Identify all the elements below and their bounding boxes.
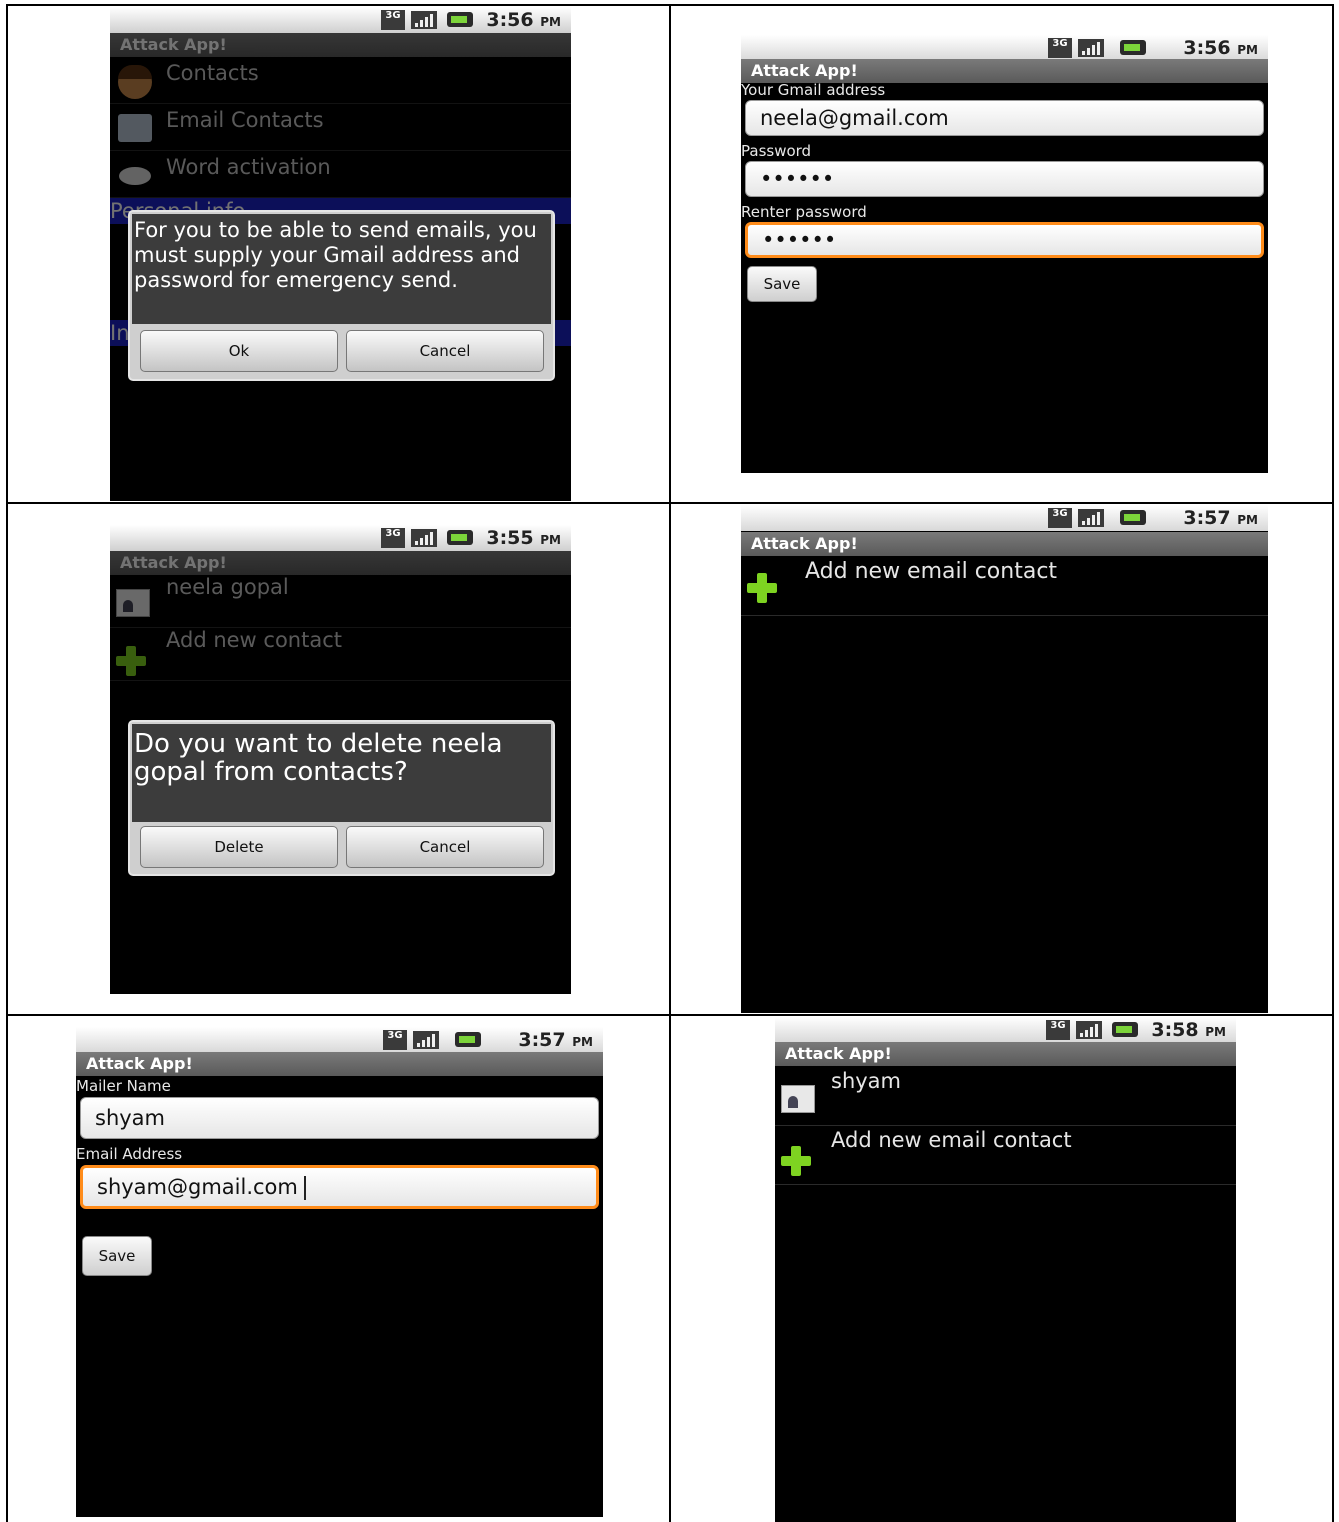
contact-icon [781,1085,815,1113]
email-address-value: shyam@gmail.com [97,1175,298,1199]
app-title-bar: Attack App! [110,33,571,57]
3g-icon: 3G [383,1030,407,1050]
ok-button[interactable]: Ok [140,330,338,372]
password-input[interactable]: •••••• [745,161,1264,197]
battery-icon [447,12,473,27]
app-title-bar: Attack App! [110,551,571,575]
dialog-message: Do you want to delete neela gopal from c… [132,724,551,822]
table-border-right [1332,4,1334,1522]
status-time: 3:58 PM [1151,1019,1226,1041]
status-bar: 3G 3:58 PM [775,1017,1236,1043]
cancel-button[interactable]: Cancel [346,330,544,372]
battery-icon [447,530,473,545]
add-email-contact-label: Add new email contact [805,559,1058,584]
menu-item-label: Email Contacts [166,108,324,132]
speech-bubble-icon [119,167,151,185]
dialog-gmail-required: For you to be able to send emails, you m… [128,210,555,381]
battery-icon [1120,510,1146,525]
screen-email-contacts: 3G 3:57 PM Attack App! Add new email con… [741,505,1268,1013]
dialog-message: For you to be able to send emails, you m… [132,214,551,324]
menu-item-contacts[interactable]: Contacts [110,57,571,104]
signal-icon [1078,509,1104,527]
signal-icon [413,1031,439,1049]
signal-icon [1078,39,1104,57]
signal-icon [411,529,437,547]
contact-name: neela gopal [166,575,289,599]
status-bar: 3G 3:57 PM [76,1027,603,1053]
3g-icon: 3G [381,528,405,548]
save-button[interactable]: Save [82,1236,152,1276]
email-contacts-icon [118,114,152,142]
dialog-delete-contact: Do you want to delete neela gopal from c… [128,720,555,876]
battery-icon [1120,40,1146,55]
renter-password-input[interactable]: •••••• [745,222,1264,258]
add-contact-label: Add new contact [166,628,342,652]
contact-row-neela[interactable]: neela gopal [110,575,571,628]
3g-icon: 3G [1046,1020,1070,1040]
add-new-contact-row[interactable]: Add new contact [110,628,571,681]
cancel-button[interactable]: Cancel [346,826,544,868]
app-title-bar: Attack App! [775,1042,1236,1066]
contact-name: shyam [831,1069,902,1093]
password-label: Password [741,142,812,160]
gmail-address-label: Your Gmail address [741,81,886,99]
signal-icon [411,11,437,29]
status-time: 3:55 PM [486,527,561,549]
save-button[interactable]: Save [747,266,817,302]
mailer-name-label: Mailer Name [76,1077,171,1095]
3g-icon: 3G [1048,38,1072,58]
table-divider-col [669,4,671,1522]
gmail-address-input[interactable]: neela@gmail.com [745,100,1264,136]
status-bar: 3G 3:56 PM [741,35,1268,61]
3g-icon: 3G [1048,508,1072,528]
email-address-input[interactable]: shyam@gmail.com [80,1165,599,1209]
battery-icon [455,1032,481,1047]
3g-icon: 3G [381,10,405,30]
screen-main-menu: 3G 3:56 PM Attack App! Contacts Email Co… [110,7,571,501]
status-bar: 3G 3:57 PM [741,505,1268,531]
add-plus-icon [747,573,777,603]
status-time: 3:56 PM [1183,37,1258,59]
app-title-bar: Attack App! [741,59,1268,83]
mailer-name-input[interactable]: shyam [80,1097,599,1139]
renter-password-label: Renter password [741,203,867,221]
menu-item-email-contacts[interactable]: Email Contacts [110,104,571,151]
app-title-bar: Attack App! [741,532,1268,556]
screen-contacts-delete: 3G 3:55 PM Attack App! neela gopal Add n… [110,525,571,994]
app-title-bar: Attack App! [76,1052,603,1076]
status-time: 3:57 PM [518,1029,593,1051]
screen-add-mailer: 3G 3:57 PM Attack App! Mailer Name shyam… [76,1027,603,1517]
status-bar: 3G 3:56 PM [110,7,571,33]
screen-gmail-settings: 3G 3:56 PM Attack App! Your Gmail addres… [741,35,1268,473]
menu-item-label: Contacts [166,61,259,85]
status-time: 3:56 PM [486,9,561,31]
battery-icon [1112,1022,1138,1037]
table-border-left [6,4,8,1522]
contacts-icon [118,65,152,99]
delete-button[interactable]: Delete [140,826,338,868]
add-plus-icon [116,646,146,676]
contact-icon [116,589,150,617]
add-plus-icon [781,1146,811,1176]
email-address-label: Email Address [76,1145,183,1163]
add-email-contact-label: Add new email contact [831,1128,1072,1152]
contact-row-shyam[interactable]: shyam [775,1067,1236,1126]
status-bar: 3G 3:55 PM [110,525,571,551]
text-cursor [303,1176,306,1200]
status-time: 3:57 PM [1183,507,1258,529]
add-new-email-contact-row[interactable]: Add new email contact [775,1126,1236,1185]
screen-email-contacts-list: 3G 3:58 PM Attack App! shyam Add new ema… [775,1017,1236,1522]
add-new-email-contact-row[interactable]: Add new email contact [741,557,1268,616]
menu-item-label: Word activation [166,155,331,179]
signal-icon [1076,1021,1102,1039]
menu-item-word-activation[interactable]: Word activation [110,151,571,198]
